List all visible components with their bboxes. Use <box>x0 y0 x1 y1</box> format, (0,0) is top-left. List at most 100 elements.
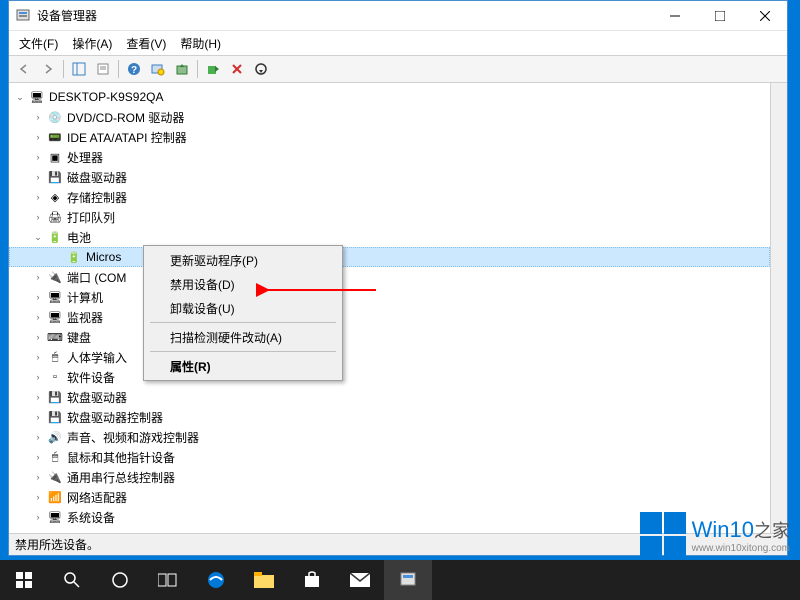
maximize-button[interactable] <box>697 1 742 30</box>
device-icon: 🖥 <box>47 289 63 305</box>
tree-category[interactable]: ›🔌端口 (COM <box>9 267 770 287</box>
tree-category[interactable]: ›◈存储控制器 <box>9 187 770 207</box>
expand-arrow-icon[interactable]: › <box>31 510 45 524</box>
menu-action[interactable]: 操作(A) <box>66 33 118 54</box>
tree-category[interactable]: ›💾软盘驱动器 <box>9 387 770 407</box>
device-label: 存储控制器 <box>67 189 127 206</box>
properties-button[interactable] <box>92 58 114 80</box>
expand-arrow-icon[interactable]: › <box>31 410 45 424</box>
device-label: 磁盘驱动器 <box>67 169 127 186</box>
help-button[interactable]: ? <box>123 58 145 80</box>
expand-arrow-icon[interactable]: › <box>31 350 45 364</box>
task-view-icon[interactable] <box>144 560 192 600</box>
tree-category[interactable]: ›🔌通用串行总线控制器 <box>9 467 770 487</box>
show-hide-tree-button[interactable] <box>68 58 90 80</box>
device-icon: 📟 <box>47 129 63 145</box>
ctx-properties[interactable]: 属性(R) <box>146 354 340 378</box>
back-button[interactable] <box>13 58 35 80</box>
expand-arrow-icon[interactable]: › <box>31 370 45 384</box>
tree-category[interactable]: ›📟IDE ATA/ATAPI 控制器 <box>9 127 770 147</box>
separator <box>118 60 119 78</box>
tree-category[interactable]: ›▫软件设备 <box>9 367 770 387</box>
tree-category[interactable]: ›💿DVD/CD-ROM 驱动器 <box>9 107 770 127</box>
separator <box>197 60 198 78</box>
tree-category[interactable]: ›💾软盘驱动器控制器 <box>9 407 770 427</box>
device-icon: 💾 <box>47 169 63 185</box>
ctx-disable-device[interactable]: 禁用设备(D) <box>146 272 340 296</box>
tree-category[interactable]: ›⌨键盘 <box>9 327 770 347</box>
disable-button[interactable] <box>250 58 272 80</box>
device-label: 计算机 <box>67 289 103 306</box>
tree-category[interactable]: ›▣处理器 <box>9 147 770 167</box>
watermark-suffix: 之家 <box>754 521 790 541</box>
cortana-icon[interactable] <box>96 560 144 600</box>
minimize-button[interactable] <box>652 1 697 30</box>
device-label: 声音、视频和游戏控制器 <box>67 429 199 446</box>
device-icon: 🔋 <box>47 229 63 245</box>
tree-category[interactable]: ›🔊声音、视频和游戏控制器 <box>9 427 770 447</box>
tree-category[interactable]: ›💾磁盘驱动器 <box>9 167 770 187</box>
tree-category[interactable]: ›🖱人体学输入 <box>9 347 770 367</box>
expand-arrow-icon[interactable]: › <box>31 390 45 404</box>
mail-icon[interactable] <box>336 560 384 600</box>
expand-arrow-icon[interactable] <box>50 250 64 264</box>
expand-arrow-icon[interactable]: › <box>31 490 45 504</box>
tree-category[interactable]: ›🖨打印队列 <box>9 207 770 227</box>
tree-category[interactable]: ›🖥监视器 <box>9 307 770 327</box>
device-manager-taskbar-icon[interactable] <box>384 560 432 600</box>
store-icon[interactable] <box>288 560 336 600</box>
tree-root[interactable]: ⌄🖥DESKTOP-K9S92QA <box>9 87 770 107</box>
device-icon: 💿 <box>47 109 63 125</box>
device-label: 电池 <box>67 229 91 246</box>
forward-button[interactable] <box>37 58 59 80</box>
ctx-scan-hardware[interactable]: 扫描检测硬件改动(A) <box>146 325 340 349</box>
ctx-update-driver[interactable]: 更新驱动程序(P) <box>146 248 340 272</box>
tree-category[interactable]: ⌄🔋电池 <box>9 227 770 247</box>
tree-area: ⌄🖥DESKTOP-K9S92QA›💿DVD/CD-ROM 驱动器›📟IDE A… <box>9 83 787 533</box>
tree-category[interactable]: ›🖱鼠标和其他指针设备 <box>9 447 770 467</box>
device-label: DVD/CD-ROM 驱动器 <box>67 109 184 126</box>
app-icon <box>15 8 31 24</box>
enable-button[interactable] <box>202 58 224 80</box>
context-menu: 更新驱动程序(P) 禁用设备(D) 卸载设备(U) 扫描检测硬件改动(A) 属性… <box>143 245 343 381</box>
expand-arrow-icon[interactable]: › <box>31 270 45 284</box>
expand-arrow-icon[interactable]: › <box>31 170 45 184</box>
device-label: 人体学输入 <box>67 349 127 366</box>
expand-arrow-icon[interactable]: › <box>31 430 45 444</box>
expand-arrow-icon[interactable]: ⌄ <box>13 90 27 104</box>
expand-arrow-icon[interactable]: › <box>31 450 45 464</box>
ctx-uninstall-device[interactable]: 卸载设备(U) <box>146 296 340 320</box>
expand-arrow-icon[interactable]: › <box>31 310 45 324</box>
start-button[interactable] <box>0 560 48 600</box>
tree-category[interactable]: ›🖥计算机 <box>9 287 770 307</box>
tree-device[interactable]: 🔋Micros <box>9 247 770 267</box>
device-icon: 🔊 <box>47 429 63 445</box>
device-tree[interactable]: ⌄🖥DESKTOP-K9S92QA›💿DVD/CD-ROM 驱动器›📟IDE A… <box>9 83 770 533</box>
menu-file[interactable]: 文件(F) <box>13 33 64 54</box>
search-icon[interactable] <box>48 560 96 600</box>
uninstall-button[interactable] <box>226 58 248 80</box>
device-icon: 💾 <box>47 389 63 405</box>
expand-arrow-icon[interactable]: › <box>31 210 45 224</box>
ctx-separator <box>150 351 336 352</box>
scan-button[interactable] <box>147 58 169 80</box>
expand-arrow-icon[interactable]: › <box>31 110 45 124</box>
edge-icon[interactable] <box>192 560 240 600</box>
watermark-brand: Win10 <box>692 517 754 542</box>
menu-help[interactable]: 帮助(H) <box>174 33 227 54</box>
tree-category[interactable]: ›📶网络适配器 <box>9 487 770 507</box>
expand-arrow-icon[interactable]: › <box>31 290 45 304</box>
device-manager-window: 设备管理器 文件(F) 操作(A) 查看(V) 帮助(H) ? ⌄🖥DESKTO… <box>8 0 788 556</box>
expand-arrow-icon[interactable]: › <box>31 150 45 164</box>
expand-arrow-icon[interactable]: ⌄ <box>31 230 45 244</box>
device-icon: 🖱 <box>47 449 63 465</box>
menu-view[interactable]: 查看(V) <box>120 33 172 54</box>
expand-arrow-icon[interactable]: › <box>31 470 45 484</box>
close-button[interactable] <box>742 1 787 30</box>
explorer-icon[interactable] <box>240 560 288 600</box>
vertical-scrollbar[interactable] <box>770 83 787 533</box>
expand-arrow-icon[interactable]: › <box>31 130 45 144</box>
update-driver-button[interactable] <box>171 58 193 80</box>
expand-arrow-icon[interactable]: › <box>31 330 45 344</box>
expand-arrow-icon[interactable]: › <box>31 190 45 204</box>
